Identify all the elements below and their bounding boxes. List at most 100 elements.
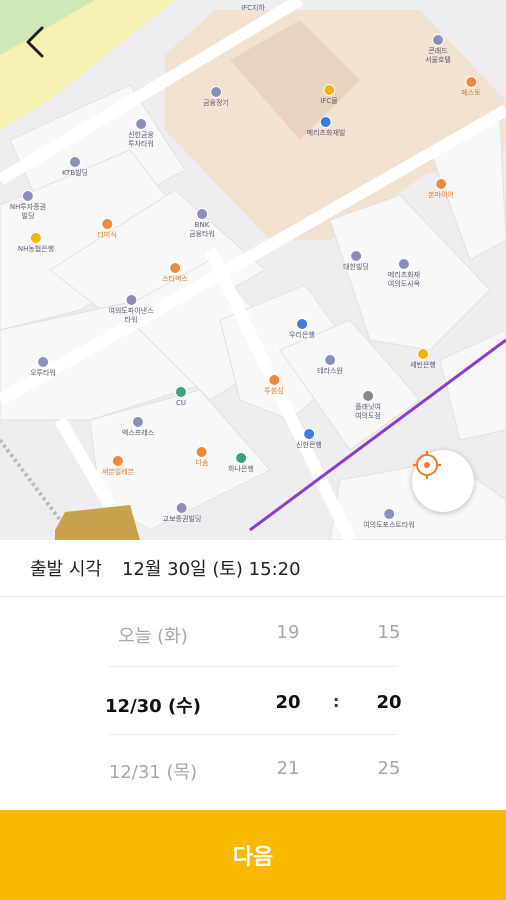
- poi-label: 콘래드 서울호텔: [425, 47, 451, 64]
- poi-label: 대한빌딩: [343, 263, 369, 271]
- poi-building[interactable]: 금융정기: [203, 86, 229, 108]
- poi-bnk[interactable]: BNK 금융타워: [189, 208, 215, 239]
- poi-label: 투썸섬: [264, 387, 284, 395]
- poi-label: 스타벅스: [162, 275, 188, 283]
- cafe-pin-icon: [267, 374, 280, 386]
- datetime-picker[interactable]: 오늘 (화) 19 15 12/30 (수) 20 : 20 12/31 (목)…: [0, 598, 506, 808]
- picker-hour-selected[interactable]: 20: [258, 692, 318, 713]
- store-pin-icon: [175, 386, 187, 398]
- picker-date-selected[interactable]: 12/30 (수): [92, 692, 214, 718]
- poi-nh-bank[interactable]: NH농협은행: [18, 232, 54, 254]
- poi-dasom[interactable]: 다솜: [195, 446, 209, 468]
- picker-row-selected[interactable]: 12/30 (수) 20 : 20: [0, 668, 506, 734]
- poi-daehan[interactable]: 대한빌딩: [343, 250, 369, 272]
- poi-bank-2[interactable]: 세빈은행: [410, 348, 436, 370]
- poi-express[interactable]: 엑스프레스: [122, 416, 154, 438]
- departure-time-row: 출발 시각 12월 30일 (토) 15:20: [0, 540, 506, 597]
- next-button[interactable]: 다음: [0, 810, 506, 900]
- poi-label: 세빈은행: [410, 361, 436, 369]
- poi-conrad[interactable]: 콘래드 서울호텔: [425, 34, 451, 65]
- restaurant-pin-icon: [464, 76, 477, 88]
- poi-starbucks[interactable]: 스타벅스: [162, 262, 188, 284]
- picker-hour[interactable]: 21: [258, 758, 318, 779]
- poi-label: 엑스프레스: [121, 429, 155, 437]
- poi-label: 교보증권빌딩: [162, 515, 202, 523]
- poi-label: 하나은행: [228, 465, 254, 473]
- poi-label: 플래닛여 여의도점: [355, 403, 381, 420]
- poi-seven-eleven[interactable]: 세븐일레븐: [102, 455, 134, 477]
- poi-label: 페스토: [461, 89, 481, 97]
- bank-pin-icon: [295, 318, 308, 330]
- poi-post-tower[interactable]: 여의도포스트타워: [363, 508, 415, 530]
- departure-value: 12월 30일 (토) 15:20: [121, 559, 301, 580]
- bank-pin-icon: [234, 452, 247, 464]
- picker-row-prev[interactable]: 오늘 (화) 19 15: [0, 598, 506, 664]
- bank-pin-icon: [416, 348, 429, 360]
- crosshair-icon: [413, 451, 441, 479]
- poi-woori-bank[interactable]: 우리은행: [289, 318, 315, 340]
- poi-restaurant[interactable]: 더미식: [97, 218, 117, 240]
- poi-shinhan-bank[interactable]: 신한은행: [296, 428, 322, 450]
- poi-o2-tower[interactable]: 오투타워: [30, 356, 56, 378]
- poi-finance-tower[interactable]: 여의도파이낸스 타워: [108, 294, 154, 325]
- building-pin-icon: [349, 250, 362, 262]
- poi-label: 테라스원: [317, 367, 343, 375]
- building-pin-icon: [397, 258, 410, 270]
- poi-label: 금융정기: [203, 99, 229, 107]
- poi-nh-securities[interactable]: NH투자증권 빌딩: [10, 190, 46, 221]
- picker-hour[interactable]: 19: [258, 622, 318, 643]
- bank-pin-icon: [302, 428, 315, 440]
- picker-date[interactable]: 오늘 (화): [92, 622, 214, 648]
- poi-meritz-yeouido[interactable]: 메리츠화재 여의도사옥: [388, 258, 420, 289]
- poi-label: 신한은행: [296, 441, 322, 449]
- current-location-button[interactable]: [412, 450, 474, 512]
- poi-bonmaiya[interactable]: 본마이어: [428, 178, 454, 200]
- poi-twosome[interactable]: 투썸섬: [264, 374, 284, 396]
- poi-label: 오투타워: [30, 369, 56, 377]
- poi-label: 신한금융 투자타워: [128, 131, 154, 148]
- picker-divider: [108, 666, 398, 667]
- building-pin-icon: [175, 502, 188, 514]
- restaurant-pin-icon: [195, 446, 208, 458]
- poi-label: 본마이어: [428, 191, 454, 199]
- map-view[interactable]: IFC지하 콘래드 서울호텔 페스토 금융정기 IFC몰 메리츠화재빌 신한금융…: [0, 0, 506, 540]
- picker-minute[interactable]: 25: [359, 758, 419, 779]
- picker-row-next[interactable]: 12/31 (목) 21 25: [0, 734, 506, 800]
- poi-label: 다솜: [195, 459, 209, 467]
- poi-label: 여의도포스트타워: [363, 521, 415, 529]
- poi-meritz[interactable]: 메리츠화재빌: [307, 116, 345, 138]
- poi-label: CU: [175, 399, 186, 407]
- hotel-pin-icon: [431, 34, 444, 46]
- picker-minute-selected[interactable]: 20: [359, 692, 419, 713]
- picker-date[interactable]: 12/31 (목): [92, 758, 214, 784]
- poi-cu[interactable]: CU: [175, 386, 187, 408]
- poi-label: 여의도파이낸스 타워: [108, 307, 154, 324]
- poi-hana-bank[interactable]: 하나은행: [228, 452, 254, 474]
- poi-label: 더미식: [97, 231, 117, 239]
- building-pin-icon: [323, 354, 336, 366]
- poi-label: 메리츠화재 여의도사옥: [387, 271, 421, 288]
- poi-label: IFC지하: [241, 4, 265, 12]
- poi-label: 세븐일레븐: [101, 468, 135, 476]
- building-pin-icon: [131, 416, 144, 428]
- poi-kyobo[interactable]: 교보증권빌딩: [162, 502, 202, 524]
- building-pin-icon: [134, 118, 147, 130]
- building-pin-icon: [21, 190, 34, 202]
- poi-ktb[interactable]: KTB빌딩: [62, 156, 88, 178]
- building-pin-icon: [36, 356, 49, 368]
- poi-ifc-mall[interactable]: IFC몰: [320, 84, 338, 106]
- poi-label: NH농협은행: [17, 245, 55, 253]
- picker-minute[interactable]: 15: [359, 622, 419, 643]
- building-pin-icon: [68, 156, 81, 168]
- poi-label: NH투자증권 빌딩: [9, 203, 47, 220]
- building-pin-icon: [383, 508, 395, 520]
- store-pin-icon: [111, 455, 124, 467]
- time-separator: :: [333, 692, 340, 711]
- poi-pesto[interactable]: 페스토: [461, 76, 481, 98]
- cafe-pin-icon: [168, 262, 181, 274]
- back-button[interactable]: [16, 22, 56, 62]
- poi-terrace-one[interactable]: 테라스원: [317, 354, 343, 376]
- poi-shinhan-tower[interactable]: 신한금융 투자타워: [128, 118, 154, 149]
- building-pin-icon: [125, 294, 137, 306]
- poi-planet[interactable]: 플래닛여 여의도점: [355, 390, 381, 421]
